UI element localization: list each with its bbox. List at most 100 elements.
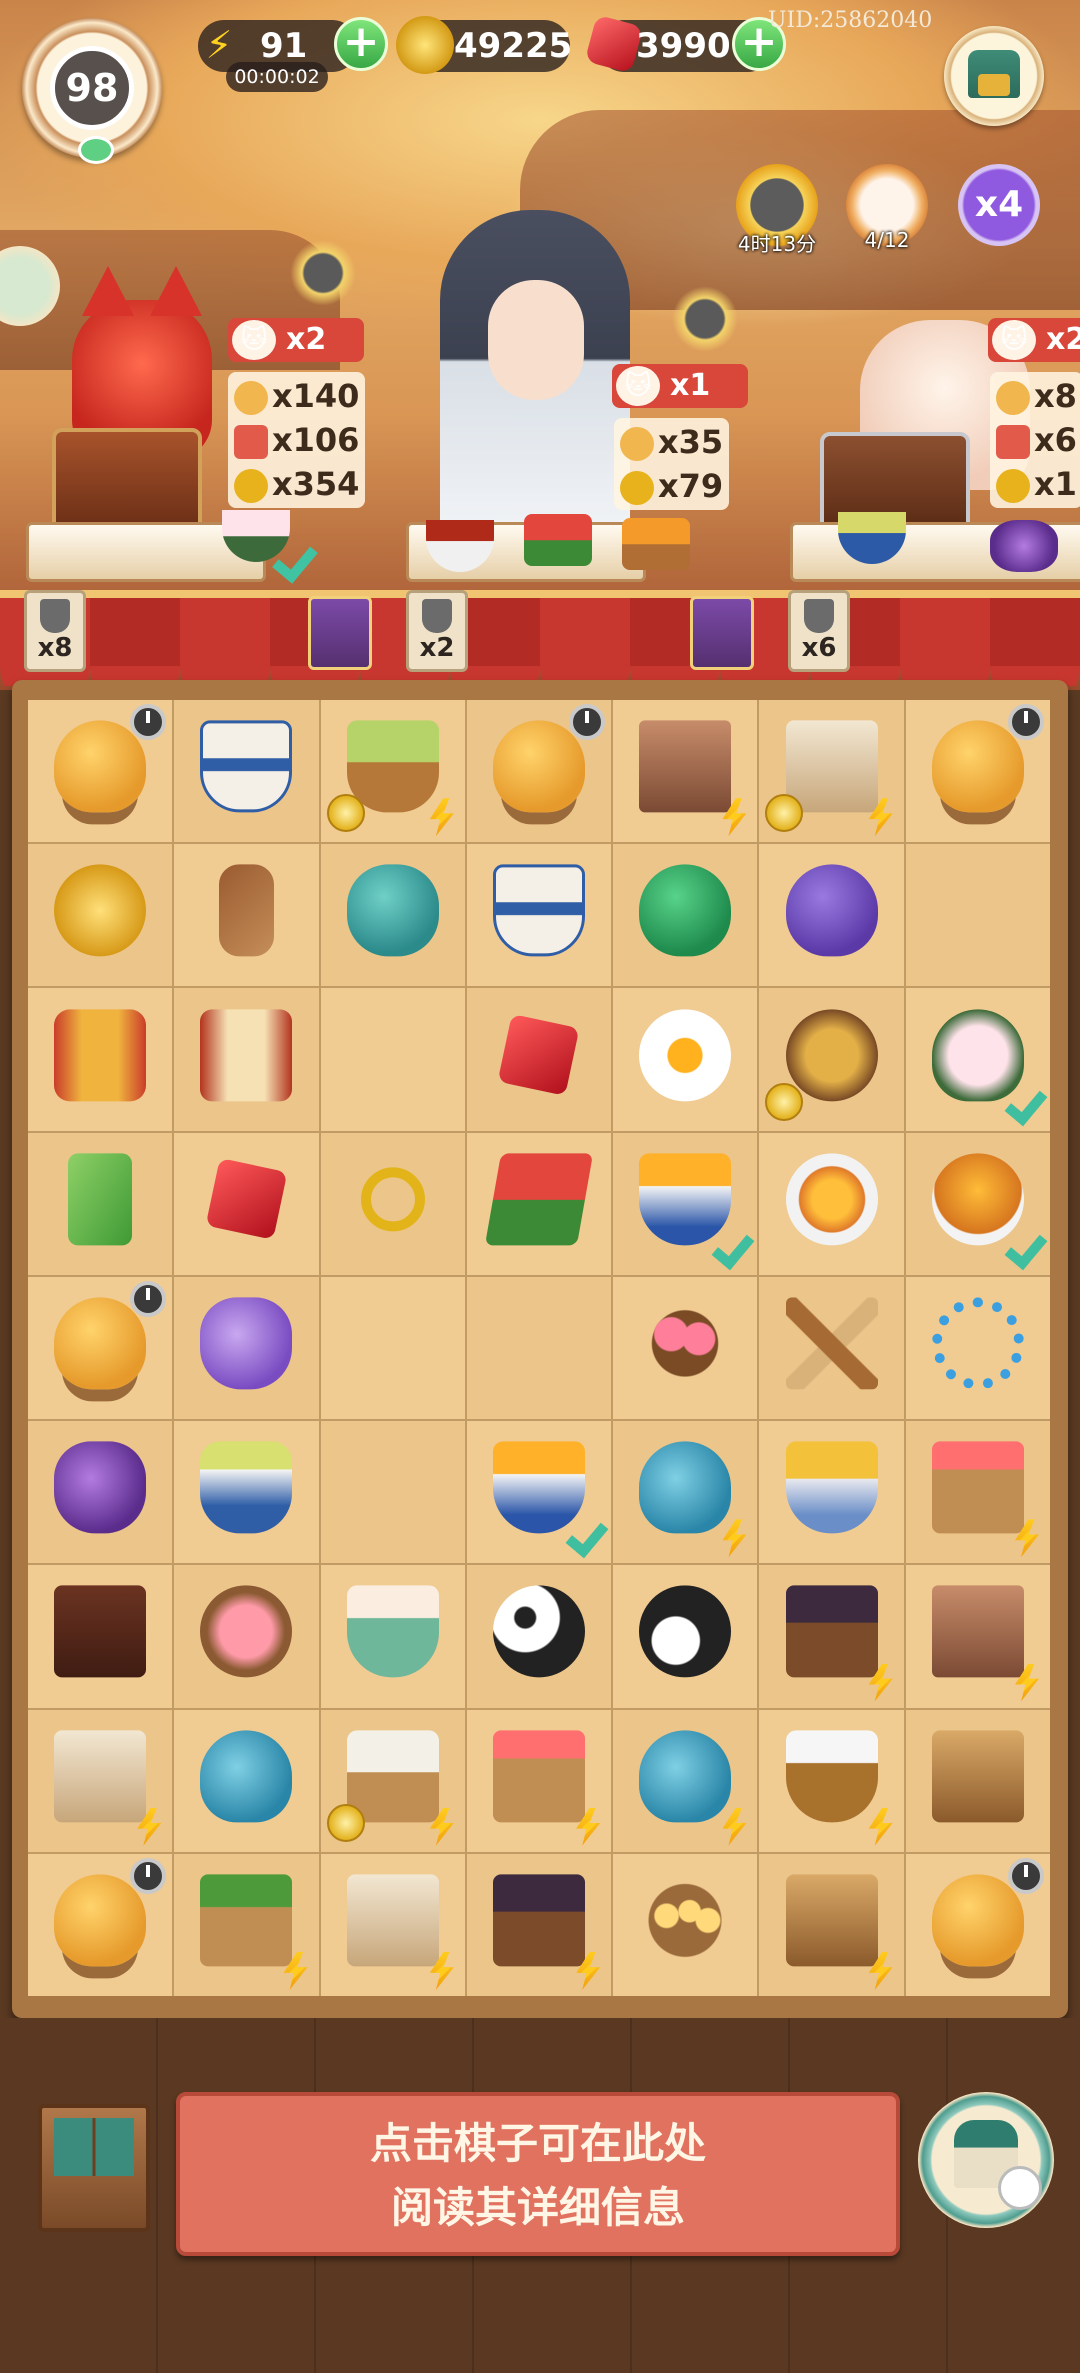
board-cell[interactable]: [613, 700, 758, 843]
fruit-crate-icon[interactable]: [492, 1730, 585, 1823]
board-cell[interactable]: [174, 700, 319, 843]
scroll-box-icon[interactable]: [785, 720, 878, 813]
scroll-icon[interactable]: [54, 1730, 147, 1823]
board-cell[interactable]: [466, 1132, 612, 1275]
chick-icon[interactable]: [54, 1874, 147, 1967]
sell-pavilion-button[interactable]: [918, 2092, 1054, 2228]
player-level-badge[interactable]: 98: [22, 18, 162, 164]
recipe-cards-icon[interactable]: [308, 596, 372, 670]
basket-icon[interactable]: [346, 720, 439, 813]
wok-bubble-icon[interactable]: [290, 240, 356, 306]
board-cell[interactable]: [28, 1853, 173, 1996]
pouch2-icon[interactable]: [54, 1441, 147, 1534]
multiplier-button[interactable]: x4: [958, 164, 1040, 246]
pie-icon[interactable]: [785, 1008, 878, 1101]
board-cell[interactable]: [905, 700, 1050, 843]
board-cell[interactable]: [174, 1421, 319, 1564]
herb-icon[interactable]: [200, 864, 292, 957]
board-cell[interactable]: [320, 1276, 465, 1420]
board-cell[interactable]: [320, 700, 465, 843]
board-cell[interactable]: [759, 1276, 904, 1420]
shop-pavilion-button[interactable]: [944, 26, 1044, 126]
board-cell[interactable]: [466, 700, 612, 843]
board-cell[interactable]: [759, 1853, 904, 1996]
loom-icon[interactable]: [639, 720, 732, 813]
scholar-customer[interactable]: [440, 210, 630, 540]
melon-icon[interactable]: [484, 1153, 594, 1246]
board-cell[interactable]: [905, 988, 1050, 1131]
panda-icon[interactable]: [492, 1585, 585, 1678]
board-cell[interactable]: [320, 844, 465, 987]
teapot-icon[interactable]: [639, 1730, 732, 1823]
brush-icon[interactable]: [785, 1297, 878, 1390]
cup-icon[interactable]: [200, 720, 293, 813]
board-cell[interactable]: [174, 1853, 319, 1996]
board-cell[interactable]: [759, 844, 904, 987]
board-cell[interactable]: [174, 1565, 319, 1708]
shovel-tag[interactable]: x8: [24, 590, 86, 672]
board-cell[interactable]: [759, 1565, 904, 1708]
gourd-green-icon[interactable]: [639, 864, 732, 957]
board-cell[interactable]: [28, 700, 173, 843]
add-energy-button[interactable]: +: [334, 17, 388, 71]
lantern-icon[interactable]: [54, 1008, 147, 1101]
storage-cabinet-button[interactable]: [38, 2104, 150, 2232]
ring-icon[interactable]: [347, 1153, 439, 1245]
wok-bubble-icon[interactable]: [672, 286, 738, 352]
board-cell[interactable]: [905, 1132, 1050, 1275]
board-cell[interactable]: [759, 1421, 904, 1564]
board-cell[interactable]: [905, 1709, 1050, 1852]
board-cell[interactable]: [466, 1421, 612, 1564]
board-cell[interactable]: [174, 1709, 319, 1852]
board-cell[interactable]: [28, 988, 173, 1131]
board-cell[interactable]: [613, 1853, 758, 1996]
egg-icon[interactable]: [639, 1008, 732, 1101]
tools-icon[interactable]: [931, 1730, 1024, 1823]
steamer-icon[interactable]: [346, 1730, 439, 1823]
bamboo-icon[interactable]: [54, 1153, 146, 1246]
board-cell[interactable]: [320, 1565, 465, 1708]
flowers-icon[interactable]: [639, 1297, 732, 1390]
board-cell[interactable]: [28, 844, 173, 987]
board-cell[interactable]: [613, 1709, 758, 1852]
lantern2-icon[interactable]: [200, 1008, 293, 1101]
chick-icon[interactable]: [492, 720, 585, 813]
board-cell[interactable]: [613, 1132, 758, 1275]
board-cell[interactable]: [905, 844, 1050, 987]
board-cell[interactable]: [320, 988, 465, 1131]
chicks-icon[interactable]: [639, 1874, 732, 1967]
bracelet-icon[interactable]: [931, 1297, 1024, 1390]
board-cell[interactable]: [613, 988, 758, 1131]
board-cell[interactable]: [28, 1565, 173, 1708]
board-cell[interactable]: [466, 1709, 612, 1852]
board-cell[interactable]: [613, 1565, 758, 1708]
board-cell[interactable]: [613, 1276, 758, 1420]
gourd-purple-icon[interactable]: [785, 864, 878, 957]
board-cell[interactable]: [28, 1132, 173, 1275]
panda-flowers-icon[interactable]: [639, 1585, 732, 1678]
shovel-tag[interactable]: x2: [406, 590, 468, 672]
board-cell[interactable]: [174, 988, 319, 1131]
flour-icon[interactable]: [785, 1730, 878, 1823]
board-cell[interactable]: [759, 1132, 904, 1275]
scroll2-icon[interactable]: [346, 1874, 439, 1967]
melon-box-icon[interactable]: [200, 1874, 293, 1967]
chick-icon[interactable]: [54, 720, 147, 813]
jar-icon[interactable]: [200, 1441, 293, 1534]
board-cell[interactable]: [320, 1853, 465, 1996]
board-cell[interactable]: [320, 1709, 465, 1852]
chick-icon[interactable]: [931, 1874, 1024, 1967]
box-icon[interactable]: [54, 1585, 147, 1678]
board-cell[interactable]: [466, 1276, 612, 1420]
board-cell[interactable]: [466, 988, 612, 1131]
treasure-icon[interactable]: [785, 1585, 878, 1678]
yogurt-icon[interactable]: [346, 1585, 439, 1678]
board-cell[interactable]: [28, 1421, 173, 1564]
ruby-icon[interactable]: [493, 1009, 585, 1101]
board-cell[interactable]: [613, 844, 758, 987]
board-cell[interactable]: [759, 1709, 904, 1852]
pouch-icon[interactable]: [200, 1297, 293, 1390]
board-cell[interactable]: [905, 1421, 1050, 1564]
teapot-icon[interactable]: [639, 1441, 732, 1534]
board-cell[interactable]: [320, 1421, 465, 1564]
